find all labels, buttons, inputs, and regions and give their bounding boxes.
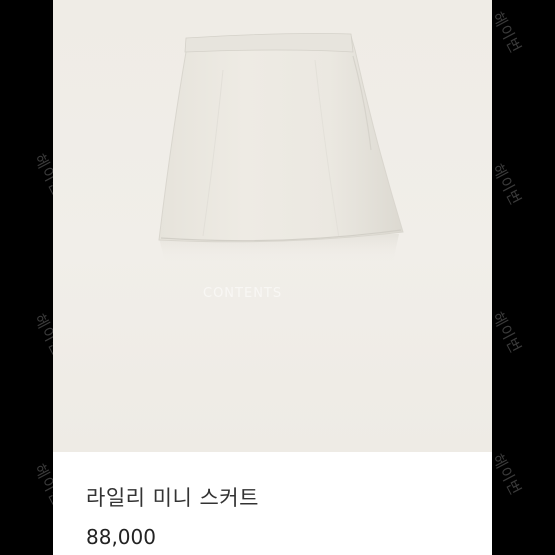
left-margin: 헤이번 헤이번 헤이번 [0,0,67,555]
right-margin: 헤이번 헤이번 헤이번 헤이번 [488,0,555,555]
product-image[interactable]: CONTENTS [53,0,492,452]
watermark-text-right: 헤이번 [488,160,526,209]
product-name[interactable]: 라일리 미니 스커트 [86,482,259,512]
page: 헤이번 헤이번 헤이번 헤이번 헤이번 헤이번 헤이번 CONTENTS 라일리… [0,0,555,555]
product-price: 88,000 [86,525,156,549]
photo-watermark: CONTENTS [203,286,283,301]
watermark-text-right: 헤이번 [488,308,526,357]
watermark-text-right: 헤이번 [488,8,526,57]
watermark-text-right: 헤이번 [488,450,526,499]
skirt-illustration [158,33,404,262]
product-card[interactable]: CONTENTS 라일리 미니 스커트 88,000 [53,0,492,555]
product-info: 라일리 미니 스커트 88,000 [53,452,492,555]
